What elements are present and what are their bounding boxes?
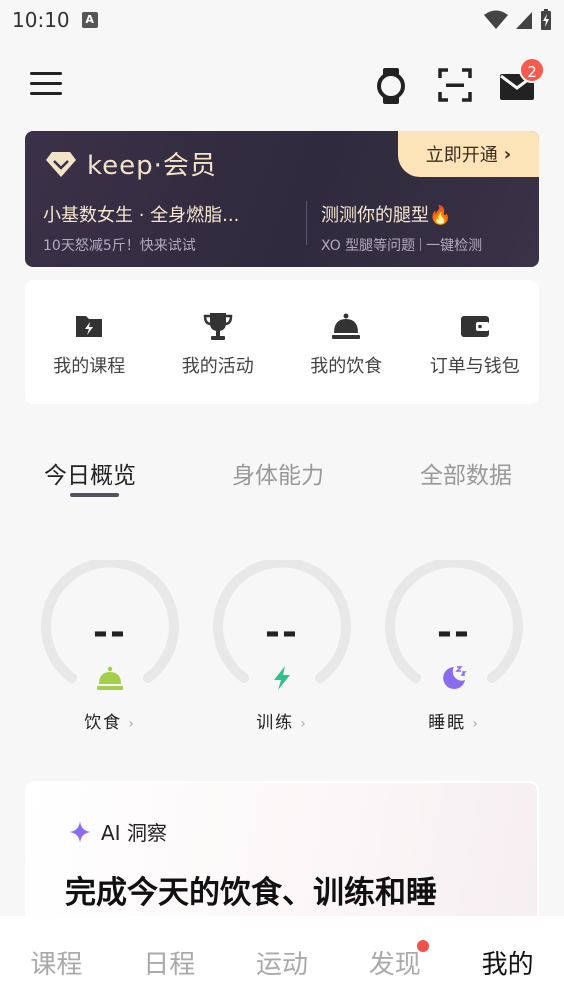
vip-open-label: 立即开通 [425,145,498,166]
sleep-label: 睡眠 › [384,708,524,733]
vip-promo-left-title: 小基数女生 · 全身燃脂... [43,205,240,226]
training-label: 训练 › [212,708,352,733]
vip-divider [306,201,307,245]
sleep-value: -- [437,612,471,653]
vip-promo-left-sub: 10天怒减5斤！快来试试 [43,238,196,254]
signal-icon [516,12,532,29]
vip-logo: keep·会员 [45,145,217,182]
training-label-text: 训练 [256,713,295,733]
diet-label: 饮食 › [40,708,180,733]
sparkle-icon [69,820,91,843]
chevron-right-icon: › [472,716,480,732]
chevron-right-icon: › [503,143,512,165]
ai-insight-title: 完成今天的饮食、训练和睡 [65,875,437,911]
status-indicators [484,9,552,31]
sleep-ring[interactable]: -- 睡眠 › [384,560,524,740]
diet-ring[interactable]: -- 饮食 › [40,560,180,740]
tab-all-data[interactable]: 全部数据 [420,456,512,490]
sleep-label-text: 睡眠 [428,713,467,733]
orders-wallet-button[interactable]: 订单与钱包 [411,280,540,404]
nav-discover[interactable]: 发现 [338,916,451,1004]
training-value: -- [265,612,299,653]
orders-wallet-label: 订单与钱包 [429,356,520,377]
app-notification-icon: A [81,12,98,28]
bottom-nav: 课程 日程 运动 发现 我的 [0,916,564,1004]
vip-open-button[interactable]: 立即开通 › [398,131,539,177]
tab-today-overview[interactable]: 今日概览 [44,456,136,490]
lightning-icon [274,666,290,690]
overview-tabs: 今日概览 身体能力 全部数据 [0,450,564,510]
vip-promo-left[interactable]: 小基数女生 · 全身燃脂... 10天怒减5斤！快来试试 [43,201,283,255]
diet-label-text: 饮食 [84,713,123,733]
menu-icon[interactable] [30,72,62,100]
tab-indicator [70,493,119,497]
nav-mine[interactable]: 我的 [451,916,564,1004]
course-folder-icon [76,316,103,337]
nav-sport[interactable]: 运动 [226,916,339,1004]
wifi-icon [484,10,508,29]
my-courses-label: 我的课程 [53,356,126,377]
status-bar: 10:10 A [0,0,564,40]
cloche-icon [97,666,123,690]
vip-promo-right-sub-2: 一键检测 [426,238,483,254]
watch-icon[interactable] [374,66,408,106]
diet-value: -- [93,612,127,653]
vip-promo-right[interactable]: 测测你的腿型🔥 XO 型腿等问题 一键检测 [321,201,531,255]
chevron-right-icon: › [128,716,136,732]
cloche-icon [332,313,361,339]
vip-logo-text: keep·会员 [87,151,217,181]
discover-notification-dot [417,940,429,952]
vip-promo-right-title: 测测你的腿型🔥 [321,205,452,226]
my-activities-label: 我的活动 [181,356,254,377]
my-activities-button[interactable]: 我的活动 [154,280,283,404]
battery-icon [541,9,551,30]
quick-actions-card: 我的课程 我的活动 我的饮食 订单与钱包 [25,280,539,404]
nav-schedule[interactable]: 日程 [113,916,226,1004]
my-courses-button[interactable]: 我的课程 [25,280,154,404]
wallet-icon [460,316,489,337]
status-time: 10:10 [12,8,70,32]
nav-courses[interactable]: 课程 [0,916,113,1004]
vip-promo-right-sub: XO 型腿等问题 一键检测 [321,235,531,255]
my-diet-button[interactable]: 我的饮食 [282,280,411,404]
ai-insight-label: AI 洞察 [101,821,167,845]
my-diet-label: 我的饮食 [310,356,383,377]
scan-icon[interactable] [438,68,472,102]
top-bar [0,56,564,116]
chevron-right-icon: › [300,716,308,732]
moon-icon [443,666,467,689]
training-ring[interactable]: -- 训练 › [212,560,352,740]
ai-insight-header: AI 洞察 [69,817,167,846]
diamond-icon [46,151,76,177]
mail-unread-badge: 2 [519,57,545,83]
tab-body-ability[interactable]: 身体能力 [232,456,324,490]
trophy-icon [203,313,233,340]
vip-banner[interactable]: keep·会员 立即开通 › 小基数女生 · 全身燃脂... 10天怒减5斤！快… [25,131,539,267]
vip-promo-right-sub-1: XO 型腿等问题 [321,238,416,254]
